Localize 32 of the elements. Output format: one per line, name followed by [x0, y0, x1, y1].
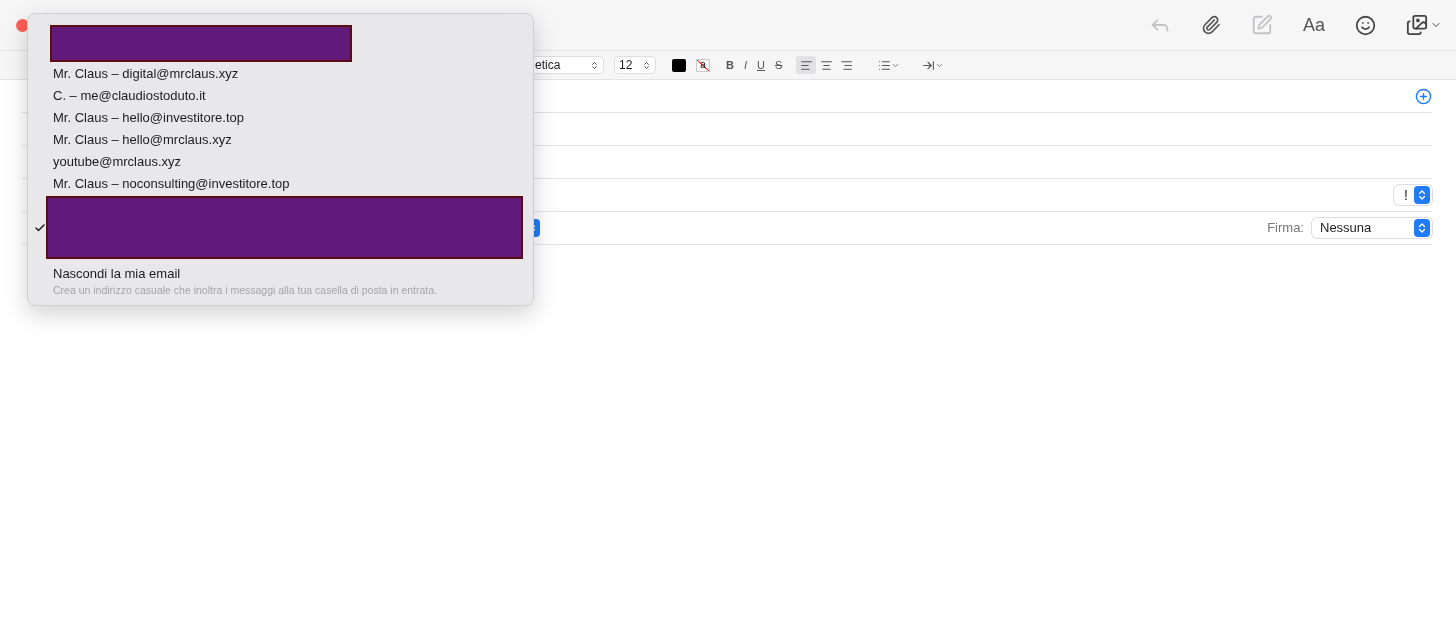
stepper-icon — [1414, 219, 1430, 237]
underline-button[interactable]: U — [757, 56, 765, 74]
bold-button[interactable]: B — [726, 56, 734, 74]
menu-item-description: Crea un indirizzo casuale che inoltra i messaggi alla tua casella di posta in entrata. — [53, 283, 439, 297]
align-button[interactable] — [796, 56, 817, 74]
menu-item[interactable]: Nascondi la mia email — [53, 265, 515, 283]
emoji-button[interactable] — [1355, 14, 1376, 36]
size-select[interactable]: 12 — [614, 56, 656, 74]
menu-item[interactable]: Mr. Claus – hello@mrclaus.xyz — [53, 130, 232, 150]
menu-item[interactable]: Mr. Claus – hello@investitore.top — [53, 108, 244, 128]
format-button[interactable]: Aa — [1302, 11, 1325, 39]
menu-item[interactable]: Mr. Claus – noconsulting@investitore.top — [53, 174, 290, 194]
priority-select[interactable]: ! — [1394, 185, 1432, 205]
text-color-swatch[interactable] — [672, 58, 686, 72]
signature-select[interactable]: Nessuna — [1312, 218, 1432, 238]
menu-item[interactable]: Mr. Claus – digital@mrclaus.xyz — [53, 64, 239, 84]
italic-button[interactable]: I — [743, 56, 747, 74]
attach-button[interactable] — [1200, 15, 1221, 35]
list-button[interactable] — [878, 58, 901, 72]
stepper-icon — [590, 60, 599, 70]
menu-item[interactable]: C. – me@claudiostoduto.it — [53, 86, 206, 106]
strikethrough-button[interactable]: S — [774, 56, 783, 74]
align-icon — [799, 58, 813, 72]
indent-button[interactable] — [922, 58, 945, 72]
add-contact-icon[interactable] — [1415, 87, 1432, 105]
photo-button[interactable] — [1406, 14, 1442, 36]
stepper-icon — [1414, 186, 1430, 204]
menu-item[interactable]: youtube@mrclaus.xyz — [53, 152, 182, 172]
align-icon — [819, 58, 833, 72]
stepper-icon — [642, 60, 651, 70]
signature-label: Firma: — [1267, 219, 1304, 238]
align-icon — [839, 58, 853, 72]
